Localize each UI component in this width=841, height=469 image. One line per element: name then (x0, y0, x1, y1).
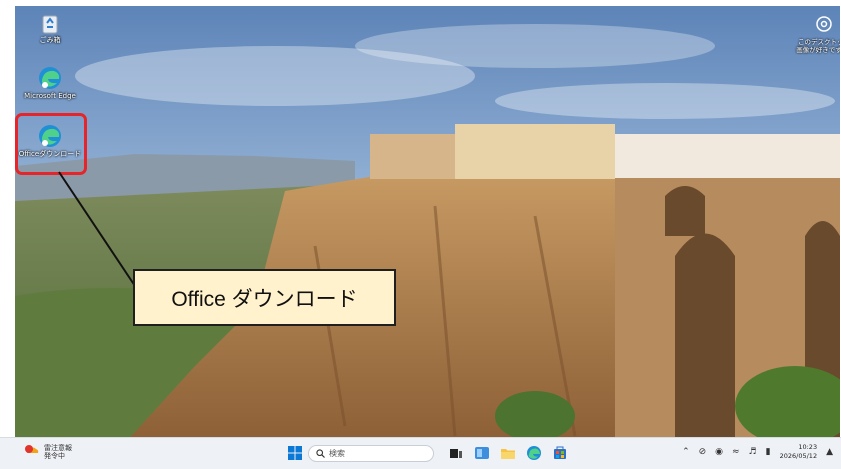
chevron-up-icon[interactable]: ⌃ (682, 447, 690, 457)
weather-line1: 雷注意報 (44, 444, 72, 452)
edge-taskbar-icon[interactable] (526, 445, 542, 461)
weather-widget[interactable]: 雷注意報 発令中 (24, 444, 72, 460)
search-placeholder: 検索 (329, 449, 345, 458)
notification-bell-icon[interactable]: ▲ (826, 447, 833, 457)
store-icon[interactable] (552, 445, 568, 461)
callout-label: Office ダウンロード (133, 269, 396, 326)
clock-time: 10:23 (798, 443, 818, 451)
security-icon[interactable]: ◉ (715, 447, 723, 457)
clock[interactable]: 10:23 2026/05/12 (780, 443, 817, 461)
wifi-icon[interactable]: ≈ (732, 447, 740, 457)
volume-icon[interactable]: ♬ (749, 447, 757, 457)
search-icon (316, 449, 325, 458)
system-tray: ⌃ ⊘ ◉ ≈ ♬ ▮ 10:23 2026/05/12 ▲ (682, 443, 833, 461)
clock-date: 2026/05/12 (779, 452, 818, 460)
taskbar: 雷注意報 発令中 検索 ⌃ ⊘ ◉ ≈ ♬ ▮ 10:23 2026/05/12… (0, 437, 841, 469)
weather-warning-icon (25, 445, 39, 453)
do-not-disturb-icon[interactable]: ⊘ (699, 447, 707, 457)
start-icon[interactable] (287, 445, 303, 461)
desktop-icon-spotlight[interactable]: このデスクトップ画像が好きですか? (795, 16, 840, 54)
weather-line2: 発令中 (44, 452, 65, 460)
desktop: ごみ箱 Microsoft Edge Officeダウンロード Office ダ… (15, 6, 840, 443)
battery-icon[interactable]: ▮ (766, 447, 771, 457)
callout-text: Office ダウンロード (171, 287, 358, 311)
desktop-icon-label: このデスクトップ画像が好きですか? (796, 38, 840, 54)
task-view-icon[interactable] (448, 445, 464, 461)
file-explorer-icon[interactable] (500, 445, 516, 461)
search-box[interactable]: 検索 (308, 445, 434, 462)
widgets-icon[interactable] (474, 445, 490, 461)
callout-leader-line (58, 171, 144, 299)
camera-icon (816, 16, 832, 32)
